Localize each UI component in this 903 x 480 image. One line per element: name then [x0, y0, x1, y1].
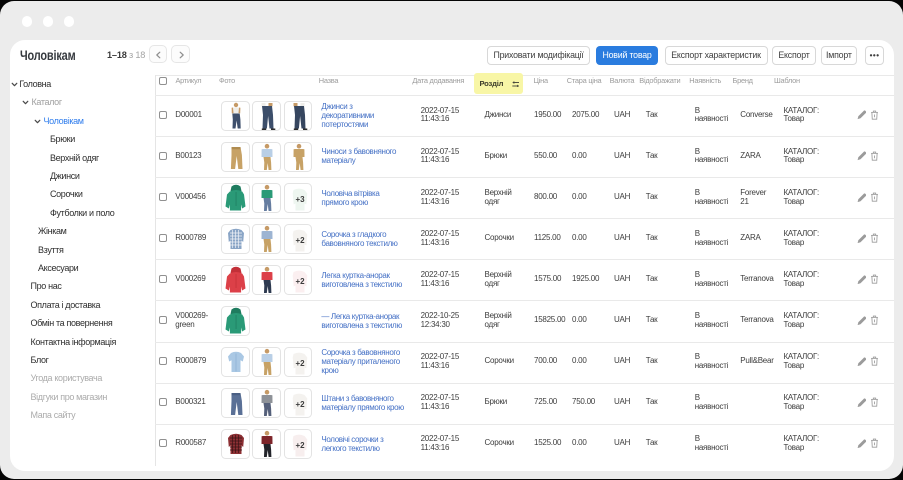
svg-text:+2: +2: [295, 400, 305, 409]
svg-text:+2: +2: [295, 441, 305, 450]
svg-text:+3: +3: [295, 195, 305, 204]
svg-text:+2: +2: [295, 277, 305, 286]
svg-text:+2: +2: [295, 236, 305, 245]
svg-text:+2: +2: [295, 359, 305, 368]
